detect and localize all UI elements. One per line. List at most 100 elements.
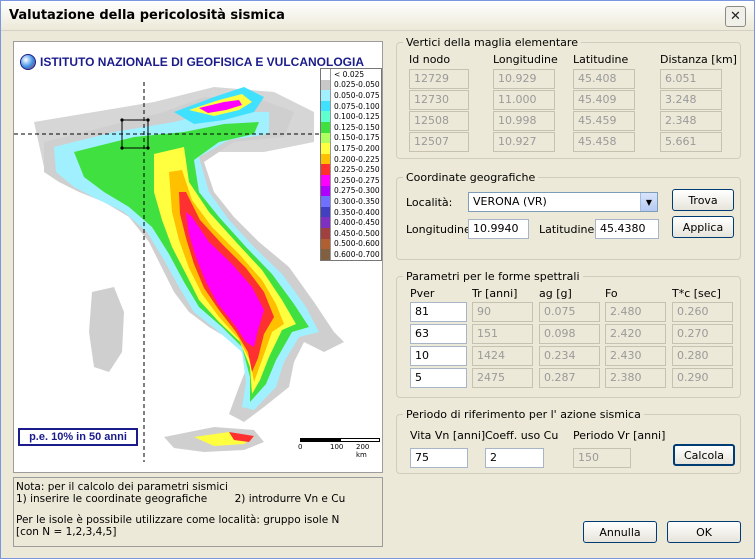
applica-button[interactable]: Applica [672, 216, 734, 238]
ag-1: 0.075 [539, 302, 600, 322]
scale-label-0: 0 [298, 443, 303, 451]
calcola-button[interactable]: Calcola [673, 444, 735, 466]
vertex-3-lon: 10.998 [493, 111, 555, 131]
ag-2: 0.098 [539, 324, 600, 344]
vn-label: Vita Vn [anni] [410, 429, 486, 442]
legend-label: 0.150-0.175 [334, 133, 380, 143]
legend-label: 0.600-0.700 [334, 249, 380, 259]
legend-label: 0.200-0.225 [334, 154, 380, 164]
pver-3-input[interactable]: 10 [410, 346, 467, 366]
longitude-label: Longitudine: [406, 223, 475, 236]
legend-swatch [321, 174, 331, 186]
legend-swatch [321, 227, 331, 239]
hazard-legend: < 0.025 0.025-0.050 0.050-0.075 0.075-0.100… [320, 68, 382, 261]
cu-input[interactable]: 2 [485, 448, 544, 468]
legend-label: 0.025-0.050 [334, 80, 380, 90]
header-tr: Tr [anni] [472, 287, 518, 300]
tc-1: 0.260 [672, 302, 733, 322]
fo-3: 2.430 [605, 346, 666, 366]
scale-label-200: 200 km [356, 443, 370, 459]
vertices-group: Vertici della maglia elementare Id nodo … [396, 36, 741, 159]
tc-3: 0.280 [672, 346, 733, 366]
cu-label: Coeff. uso Cu [485, 429, 559, 442]
period-group-title: Periodo di riferimento per l' azione sis… [403, 408, 644, 421]
legend-label: 0.175-0.200 [334, 143, 380, 153]
legend-swatch [321, 238, 331, 250]
legend-label: 0.450-0.500 [334, 228, 380, 238]
dropdown-arrow-icon[interactable]: ▼ [640, 193, 657, 211]
locality-select[interactable]: VERONA (VR) ▼ [468, 192, 658, 212]
annulla-button[interactable]: Annulla [583, 521, 657, 543]
tr-3: 1424 [472, 346, 533, 366]
legend-row: 0.500-0.600 [321, 238, 381, 250]
vertex-2-dist: 3.248 [660, 90, 722, 110]
tc-2: 0.270 [672, 324, 733, 344]
scale-bar-graphic [300, 438, 380, 442]
probability-label: p.e. 10% in 50 anni [18, 428, 138, 446]
legend-swatch [321, 143, 331, 154]
hazard-map[interactable]: ISTITUTO NAZIONALE DI GEOFISICA E VULCAN… [13, 41, 383, 473]
ok-button[interactable]: OK [667, 521, 741, 543]
note-line-4: [con N = 1,2,3,4,5] [16, 526, 117, 538]
legend-row: 0.175-0.200 [321, 143, 381, 154]
vn-input[interactable]: 75 [410, 448, 468, 468]
fo-1: 2.480 [605, 302, 666, 322]
coordinates-group: Coordinate geografiche Località: VERONA … [396, 171, 741, 260]
vertex-2-lon: 11.000 [493, 90, 555, 110]
pver-4-input[interactable]: 5 [410, 368, 467, 388]
legend-label: 0.350-0.400 [334, 207, 380, 217]
vertex-4-dist: 5.661 [660, 132, 722, 152]
pver-2-input[interactable]: 63 [410, 324, 467, 344]
legend-row: 0.050-0.075 [321, 90, 381, 101]
longitude-input[interactable]: 10.9940 [468, 219, 529, 239]
vertex-4-lon: 10.927 [493, 132, 555, 152]
legend-label: 0.225-0.250 [334, 165, 380, 175]
spectral-parameters-group: Parametri per le forme spettrali Pver Tr… [396, 270, 741, 398]
legend-swatch [321, 206, 331, 218]
latitude-label: Latitudine: [539, 223, 599, 236]
legend-label: 0.500-0.600 [334, 239, 380, 249]
legend-swatch [321, 249, 331, 260]
header-fo: Fo [605, 287, 618, 300]
legend-swatch [321, 196, 331, 207]
header-id-nodo: Id nodo [409, 53, 451, 66]
trova-button[interactable]: Trova [672, 189, 734, 211]
legend-row: 0.250-0.275 [321, 174, 381, 186]
legend-label: 0.400-0.450 [334, 218, 380, 228]
legend-swatch [321, 132, 331, 144]
tr-2: 151 [472, 324, 533, 344]
legend-row: 0.125-0.150 [321, 121, 381, 133]
legend-row: 0.100-0.125 [321, 111, 381, 122]
close-button[interactable]: ✕ [725, 6, 746, 27]
legend-label: < 0.025 [334, 69, 365, 79]
note-line-1: Nota: per il calcolo dei parametri sismi… [16, 481, 228, 493]
legend-row: 0.300-0.350 [321, 196, 381, 207]
ag-3: 0.234 [539, 346, 600, 366]
fo-4: 2.380 [605, 368, 666, 388]
legend-row: 0.225-0.250 [321, 164, 381, 175]
note-line-2: 1) inserire le coordinate geografiche 2)… [16, 493, 346, 505]
dialog-window: Valutazione della pericolosità sismica ✕ [0, 0, 755, 559]
title-bar: Valutazione della pericolosità sismica ✕ [1, 1, 754, 31]
globe-icon [20, 54, 36, 70]
legend-swatch [321, 100, 331, 112]
legend-swatch [321, 69, 331, 80]
legend-label: 0.300-0.350 [334, 196, 380, 206]
header-latitudine: Latitudine [573, 53, 629, 66]
latitude-input[interactable]: 45.4380 [595, 219, 659, 239]
legend-row: 0.400-0.450 [321, 217, 381, 228]
vertex-1-dist: 6.051 [660, 69, 722, 89]
legend-label: 0.125-0.150 [334, 122, 380, 132]
pver-1-input[interactable]: 81 [410, 302, 467, 322]
close-icon: ✕ [730, 9, 741, 24]
header-longitudine: Longitudine [493, 53, 558, 66]
spectral-group-title: Parametri per le forme spettrali [403, 270, 583, 283]
legend-row: 0.350-0.400 [321, 206, 381, 218]
note-line-3: Per le isole è possibile utilizzare come… [16, 514, 340, 526]
locality-label: Località: [406, 196, 453, 209]
legend-swatch [321, 90, 331, 101]
vertex-3-id: 12508 [409, 111, 469, 131]
legend-swatch [321, 121, 331, 133]
legend-swatch [321, 217, 331, 228]
note-box: Nota: per il calcolo dei parametri sismi… [13, 477, 383, 547]
